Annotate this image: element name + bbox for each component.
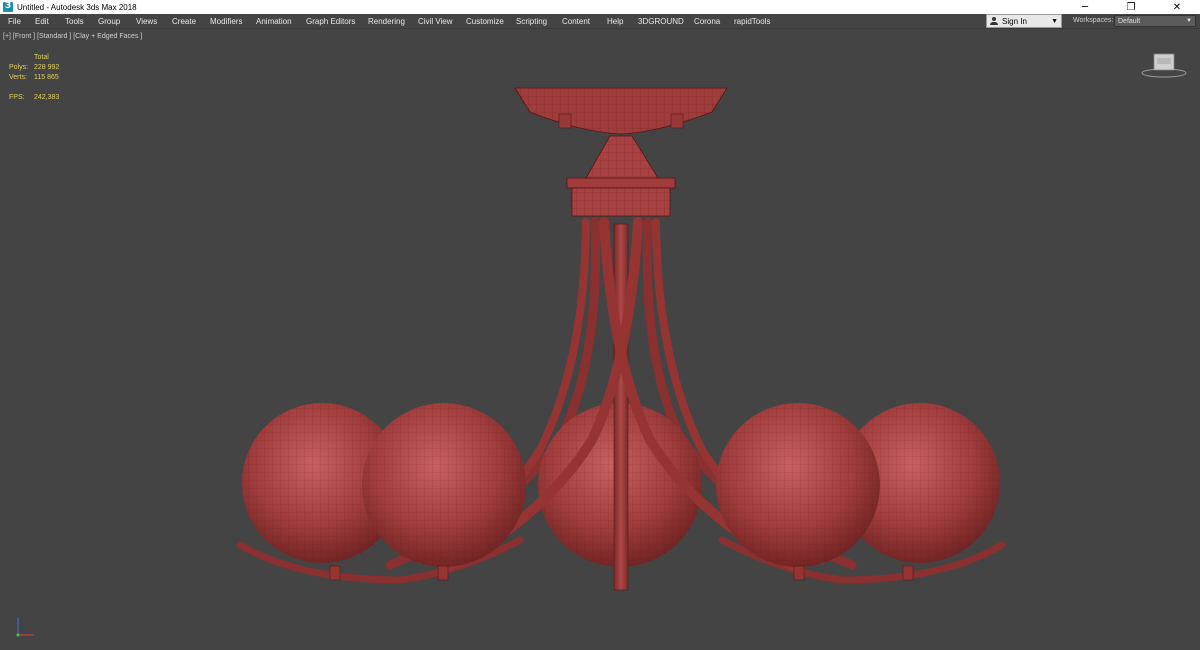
menu-file[interactable]: File (8, 17, 21, 26)
menu-graph-editors[interactable]: Graph Editors (306, 17, 355, 26)
menu-scripting[interactable]: Scripting (516, 17, 547, 26)
menu-views[interactable]: Views (136, 17, 157, 26)
polys-label: Polys: (9, 64, 29, 71)
menu-modifiers[interactable]: Modifiers (210, 17, 242, 26)
menu-animation[interactable]: Animation (256, 17, 292, 26)
menu-customize[interactable]: Customize (466, 17, 504, 26)
menu-corona[interactable]: Corona (694, 17, 720, 26)
menu-content[interactable]: Content (562, 17, 590, 26)
front-viewport[interactable]: [+] [Front ] [Standard ] [Clay + Edged F… (0, 30, 1200, 650)
viewport-label[interactable]: [+] [Front ] [Standard ] [Clay + Edged F… (3, 33, 142, 40)
workspace-value: Default (1118, 17, 1141, 25)
menu-create[interactable]: Create (172, 17, 196, 26)
sign-in-button[interactable]: Sign In ▼ (986, 14, 1062, 28)
viewcube-icon[interactable] (1140, 50, 1188, 80)
workspaces-label: Workspaces: (1073, 17, 1114, 24)
fps-value: 242,383 (34, 94, 60, 101)
sign-in-label: Sign In (1002, 16, 1027, 26)
user-icon (990, 17, 998, 25)
menu-group[interactable]: Group (98, 17, 120, 26)
menu-bar: File Edit Tools Group Views Create Modif… (0, 14, 1200, 29)
menu-help[interactable]: Help (607, 17, 623, 26)
fps-label: FPS: (9, 94, 25, 101)
stats-header: Total (34, 54, 49, 61)
workspace-dropdown[interactable]: Default ▼ (1114, 15, 1196, 27)
3dsmax-app-icon[interactable] (3, 1, 13, 12)
menu-rendering[interactable]: Rendering (368, 17, 405, 26)
window-controls: ─ ❐ ✕ (1062, 0, 1200, 14)
axis-tripod-icon (16, 618, 34, 637)
menu-civil-view[interactable]: Civil View (418, 17, 453, 26)
verts-value: 115 865 (34, 74, 59, 81)
title-bar: Untitled - Autodesk 3ds Max 2018 ─ ❐ ✕ (0, 0, 1200, 14)
chevron-down-icon: ▼ (1186, 18, 1192, 24)
menu-rapidtools[interactable]: rapidTools (734, 17, 770, 26)
minimize-button[interactable]: ─ (1062, 0, 1108, 14)
window-title: Untitled - Autodesk 3ds Max 2018 (17, 2, 137, 12)
statistics-overlay: Total Polys: 228 992 Verts: 115 865 FPS: 24… (9, 53, 59, 103)
chevron-down-icon: ▼ (1051, 17, 1058, 25)
close-button[interactable]: ✕ (1154, 0, 1200, 14)
chandelier-model[interactable] (0, 30, 1200, 650)
menu-edit[interactable]: Edit (35, 17, 49, 26)
polys-value: 228 992 (34, 64, 60, 71)
verts-label: Verts: (9, 74, 27, 81)
menu-3dground[interactable]: 3DGROUND (638, 17, 684, 26)
menu-tools[interactable]: Tools (65, 17, 84, 26)
restore-button[interactable]: ❐ (1108, 0, 1154, 14)
